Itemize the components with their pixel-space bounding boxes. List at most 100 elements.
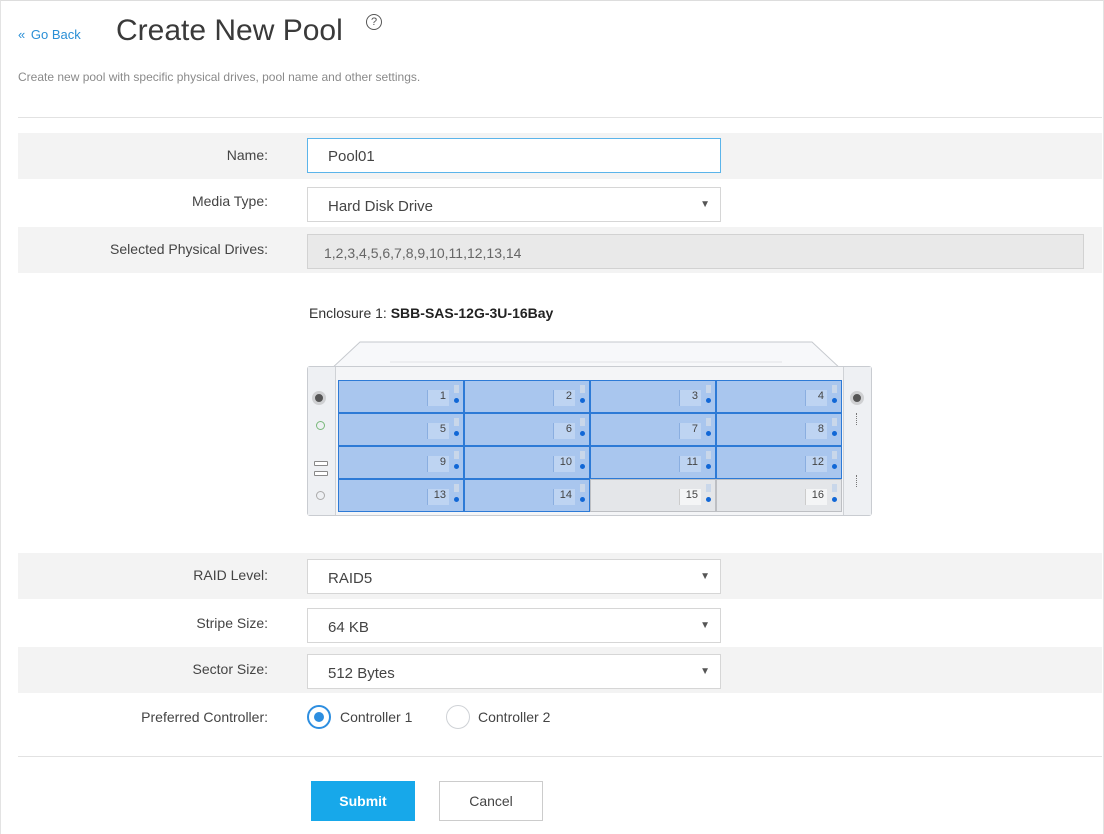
drive-bay-number: 4 [805, 390, 827, 406]
drive-led-icon [832, 464, 837, 469]
drive-led-icon [580, 431, 585, 436]
sector-size-label: Sector Size: [192, 661, 268, 677]
question-circle-icon[interactable]: ? [366, 14, 382, 30]
raid-level-select[interactable]: RAID5 ▼ [307, 559, 721, 594]
drive-bay[interactable]: 3 [590, 380, 716, 413]
drive-bay-number: 9 [427, 456, 449, 472]
go-back-label: Go Back [30, 27, 81, 42]
stripe-size-value: 64 KB [328, 619, 369, 636]
drive-bay[interactable]: 13 [338, 479, 464, 512]
media-type-select[interactable]: Hard Disk Drive ▼ [307, 187, 721, 222]
drive-bay-number: 16 [805, 489, 827, 505]
drive-led-icon [580, 497, 585, 502]
drive-bay[interactable]: 14 [464, 479, 590, 512]
drive-bay-number: 7 [679, 423, 701, 439]
drive-latch-icon [454, 418, 459, 426]
divider [18, 756, 1102, 757]
drive-latch-icon [580, 418, 585, 426]
vent-icon [856, 475, 859, 487]
drive-bay[interactable]: 16 [716, 479, 842, 512]
raid-level-value: RAID5 [328, 570, 373, 587]
drive-bay[interactable]: 8 [716, 413, 842, 446]
drive-bay-number: 13 [427, 489, 449, 505]
stripe-size-select[interactable]: 64 KB ▼ [307, 608, 721, 643]
drive-latch-icon [580, 484, 585, 492]
enclosure-label: Enclosure 1: SBB-SAS-12G-3U-16Bay [309, 305, 553, 321]
screw-knob-icon [312, 391, 326, 405]
controller-2-label[interactable]: Controller 2 [478, 709, 550, 725]
drive-latch-icon [706, 484, 711, 492]
drive-latch-icon [832, 418, 837, 426]
drive-led-icon [706, 398, 711, 403]
drive-latch-icon [832, 385, 837, 393]
drive-bay[interactable]: 5 [338, 413, 464, 446]
media-type-label: Media Type: [191, 193, 268, 209]
controller-1-label[interactable]: Controller 1 [340, 709, 412, 725]
name-label: Name: [226, 147, 268, 163]
chassis-left-ear [308, 367, 336, 515]
media-type-value: Hard Disk Drive [328, 198, 434, 215]
drive-bay[interactable]: 10 [464, 446, 590, 479]
drive-bay-number: 11 [679, 456, 701, 472]
drive-latch-icon [580, 385, 585, 393]
drive-latch-icon [454, 484, 459, 492]
drive-bay[interactable]: 12 [716, 446, 842, 479]
go-back-link[interactable]: « Go Back [18, 27, 81, 42]
chassis-right-ear [843, 367, 871, 515]
drive-led-icon [454, 431, 459, 436]
drive-led-icon [580, 398, 585, 403]
caret-down-icon: ▼ [700, 620, 710, 631]
drive-bay[interactable]: 15 [590, 479, 716, 512]
name-input[interactable]: Pool01 [307, 138, 721, 173]
drive-led-icon [706, 431, 711, 436]
drive-bay[interactable]: 7 [590, 413, 716, 446]
drive-led-icon [706, 497, 711, 502]
drive-led-icon [832, 497, 837, 502]
controller-2-radio[interactable] [446, 705, 470, 729]
drive-bay-number: 15 [679, 489, 701, 505]
drive-bay[interactable]: 4 [716, 380, 842, 413]
stripe-size-label: Stripe Size: [196, 615, 268, 631]
usb-port-icon [314, 461, 328, 466]
double-chevron-left-icon: « [18, 27, 26, 42]
drive-latch-icon [706, 418, 711, 426]
drive-latch-icon [706, 385, 711, 393]
drive-bay-number: 1 [427, 390, 449, 406]
drive-bay[interactable]: 6 [464, 413, 590, 446]
drive-led-icon [454, 398, 459, 403]
drive-bay-number: 10 [553, 456, 575, 472]
drive-bay[interactable]: 1 [338, 380, 464, 413]
drive-bay-number: 3 [679, 390, 701, 406]
drive-led-icon [706, 464, 711, 469]
controller-1-radio[interactable] [307, 705, 331, 729]
sector-size-select[interactable]: 512 Bytes ▼ [307, 654, 721, 689]
power-icon [316, 421, 325, 430]
drive-latch-icon [706, 451, 711, 459]
cancel-button[interactable]: Cancel [439, 781, 543, 821]
drive-latch-icon [454, 451, 459, 459]
status-led-icon [316, 491, 325, 500]
raid-level-label: RAID Level: [193, 567, 268, 583]
selected-drives-field: 1,2,3,4,5,6,7,8,9,10,11,12,13,14 [307, 234, 1084, 269]
submit-button[interactable]: Submit [311, 781, 415, 821]
drive-bays: 1 2 3 4 5 6 7 8 9 10 11 12 13 14 15 16 [338, 380, 842, 512]
preferred-controller-label: Preferred Controller: [141, 709, 268, 725]
drive-bay[interactable]: 11 [590, 446, 716, 479]
caret-down-icon: ▼ [700, 199, 710, 210]
drive-bay-number: 12 [805, 456, 827, 472]
drive-bay[interactable]: 2 [464, 380, 590, 413]
drive-led-icon [454, 464, 459, 469]
drive-latch-icon [454, 385, 459, 393]
vent-icon [856, 413, 859, 425]
drive-bay-number: 14 [553, 489, 575, 505]
drive-latch-icon [832, 484, 837, 492]
drive-bay-number: 8 [805, 423, 827, 439]
drive-led-icon [832, 431, 837, 436]
caret-down-icon: ▼ [700, 571, 710, 582]
caret-down-icon: ▼ [700, 666, 710, 677]
drive-latch-icon [832, 451, 837, 459]
screw-knob-icon [850, 391, 864, 405]
page-subtitle: Create new pool with specific physical d… [18, 70, 421, 84]
drive-bay[interactable]: 9 [338, 446, 464, 479]
enclosure-model: SBB-SAS-12G-3U-16Bay [390, 305, 554, 321]
